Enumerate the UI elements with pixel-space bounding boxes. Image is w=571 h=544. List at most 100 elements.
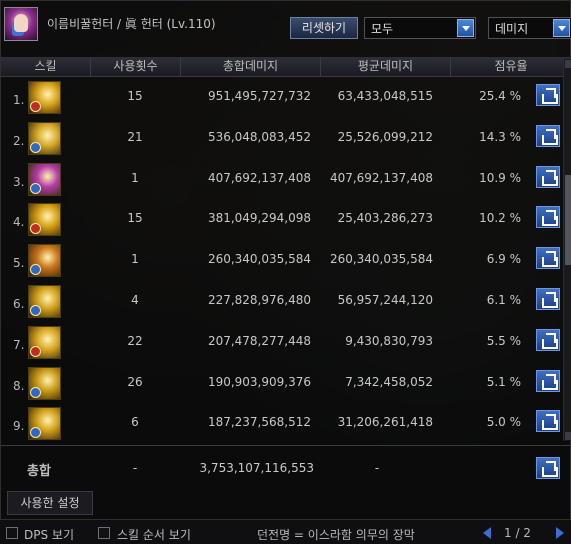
total-damage: 951,495,727,732	[207, 89, 311, 103]
used-settings-tab[interactable]: 사용한 설정	[7, 491, 93, 515]
average-damage: 31,206,261,418	[337, 415, 433, 430]
share-icon[interactable]	[536, 84, 560, 106]
skill-order-checkbox[interactable]	[98, 527, 110, 539]
share-icon[interactable]	[536, 328, 560, 351]
use-count: 15	[127, 89, 143, 103]
damage-share: 5.5 %	[486, 333, 521, 348]
chevron-down-icon	[553, 19, 570, 37]
skill-icon	[28, 203, 61, 237]
share-icon[interactable]	[536, 410, 560, 433]
skill-emblem-icon	[30, 264, 41, 276]
share-icon[interactable]	[536, 288, 560, 310]
dps-view-label: DPS 보기	[24, 528, 74, 542]
sort-select[interactable]: 데미지	[488, 17, 571, 39]
chevron-down-icon	[457, 19, 474, 37]
col-skill[interactable]: 스킬	[1, 57, 91, 77]
damage-share: 25.4 %	[479, 89, 521, 103]
table-row: 8. 26 190,903,909,376 7,342,458,052 5.1 …	[1, 365, 561, 406]
table-row: 7. 22 207,478,277,448 9,430,830,793 5.5 …	[1, 324, 561, 365]
skill-emblem-icon	[30, 427, 41, 439]
page-prev-icon[interactable]	[483, 527, 491, 539]
skill-emblem-icon	[30, 182, 41, 194]
skill-icon	[28, 366, 61, 400]
use-count: 26	[127, 374, 143, 389]
col-count[interactable]: 사용횟수	[91, 57, 181, 77]
row-index: 8.	[13, 378, 25, 393]
total-count: -	[132, 461, 138, 475]
row-index: 4.	[13, 215, 25, 230]
skill-icon	[28, 244, 61, 278]
table-header: 스킬 사용횟수 총합데미지 평균데미지 점유율	[1, 57, 571, 77]
skill-emblem-icon	[30, 386, 41, 398]
table-row: 1. 15 951,495,727,732 63,433,048,515 25.…	[1, 79, 561, 120]
use-count: 22	[127, 333, 143, 348]
damage-share: 6.9 %	[486, 252, 521, 267]
total-row: 총합 - 3,753,107,116,553 -	[1, 445, 571, 487]
row-index: 3.	[13, 174, 25, 189]
total-average: -	[374, 461, 380, 475]
col-share[interactable]: 점유율	[451, 57, 571, 77]
average-damage: 9,430,830,793	[345, 333, 433, 348]
table-row: 4. 15 381,049,294,098 25,403,286,273 10.…	[1, 201, 561, 242]
skill-order-label: 스킬 순서 보기	[117, 528, 191, 542]
character-name: 이름비꿀헌터 / 眞 헌터 (Lv.110)	[47, 17, 216, 31]
row-index: 1.	[13, 93, 25, 107]
skill-icon	[28, 325, 61, 359]
skill-icon	[28, 81, 61, 114]
skill-icon	[28, 162, 61, 196]
skill-emblem-icon	[30, 345, 41, 357]
panel-header: 이름비꿀헌터 / 眞 헌터 (Lv.110) 리셋하기 모두 데미지	[1, 1, 571, 47]
use-count: 15	[127, 211, 143, 226]
row-index: 6.	[13, 297, 25, 311]
reset-button[interactable]: 리셋하기	[290, 17, 358, 39]
damage-share: 5.0 %	[486, 415, 521, 430]
average-damage: 7,342,458,052	[345, 374, 433, 389]
skill-emblem-icon	[30, 101, 41, 112]
share-icon[interactable]	[536, 247, 560, 270]
skill-emblem-icon	[30, 141, 41, 153]
character-avatar	[4, 7, 38, 41]
skill-emblem-icon	[30, 305, 41, 316]
scroll-up-icon[interactable]	[565, 60, 571, 68]
dps-view-checkbox[interactable]	[6, 527, 18, 539]
total-damage: 207,478,277,448	[207, 333, 311, 348]
share-icon[interactable]	[536, 124, 560, 147]
page-indicator: 1 / 2	[504, 526, 531, 540]
table-row: 9. 6 187,237,568,512 31,206,261,418 5.0 …	[1, 405, 561, 446]
damage-share: 5.1 %	[486, 374, 521, 389]
damage-meter-panel: 이름비꿀헌터 / 眞 헌터 (Lv.110) 리셋하기 모두 데미지 스킬 사용…	[0, 0, 571, 520]
use-count: 1	[131, 170, 139, 185]
target-select[interactable]: 모두	[364, 17, 476, 39]
row-index: 9.	[13, 419, 25, 434]
scrollbar[interactable]	[563, 59, 571, 441]
share-icon[interactable]	[536, 165, 560, 188]
share-icon[interactable]	[536, 206, 560, 229]
col-avg[interactable]: 평균데미지	[321, 57, 451, 77]
skill-icon	[28, 407, 61, 441]
col-total[interactable]: 총합데미지	[181, 57, 321, 77]
average-damage: 25,526,099,212	[337, 129, 433, 144]
average-damage: 56,957,244,120	[337, 293, 433, 307]
share-icon[interactable]	[536, 457, 560, 479]
total-damage: 407,692,137,408	[207, 170, 311, 185]
skill-icon	[28, 285, 61, 318]
total-damage: 260,340,035,584	[207, 252, 311, 267]
average-damage: 25,403,286,273	[337, 211, 433, 226]
table-row: 2. 21 536,048,083,452 25,526,099,212 14.…	[1, 120, 561, 161]
page-next-icon[interactable]	[556, 527, 564, 539]
use-count: 21	[127, 129, 143, 144]
average-damage: 260,340,035,584	[329, 252, 433, 267]
use-count: 4	[131, 293, 139, 307]
scroll-thumb[interactable]	[565, 175, 571, 265]
share-icon[interactable]	[536, 369, 560, 392]
total-label: 총합	[27, 464, 51, 479]
row-index: 5.	[13, 256, 25, 271]
total-damage: 190,903,909,376	[207, 374, 311, 389]
sort-select-value: 데미지	[495, 22, 529, 36]
average-damage: 407,692,137,408	[329, 170, 433, 185]
total-damage: 187,237,568,512	[207, 415, 311, 430]
bottom-bar: DPS 보기 스킬 순서 보기 던전명 = 이스라함 의무의 장막 1 / 2	[0, 522, 571, 544]
total-damage: 3,753,107,116,553	[199, 461, 314, 475]
damage-share: 10.2 %	[479, 211, 521, 226]
scroll-down-icon[interactable]	[565, 432, 571, 440]
